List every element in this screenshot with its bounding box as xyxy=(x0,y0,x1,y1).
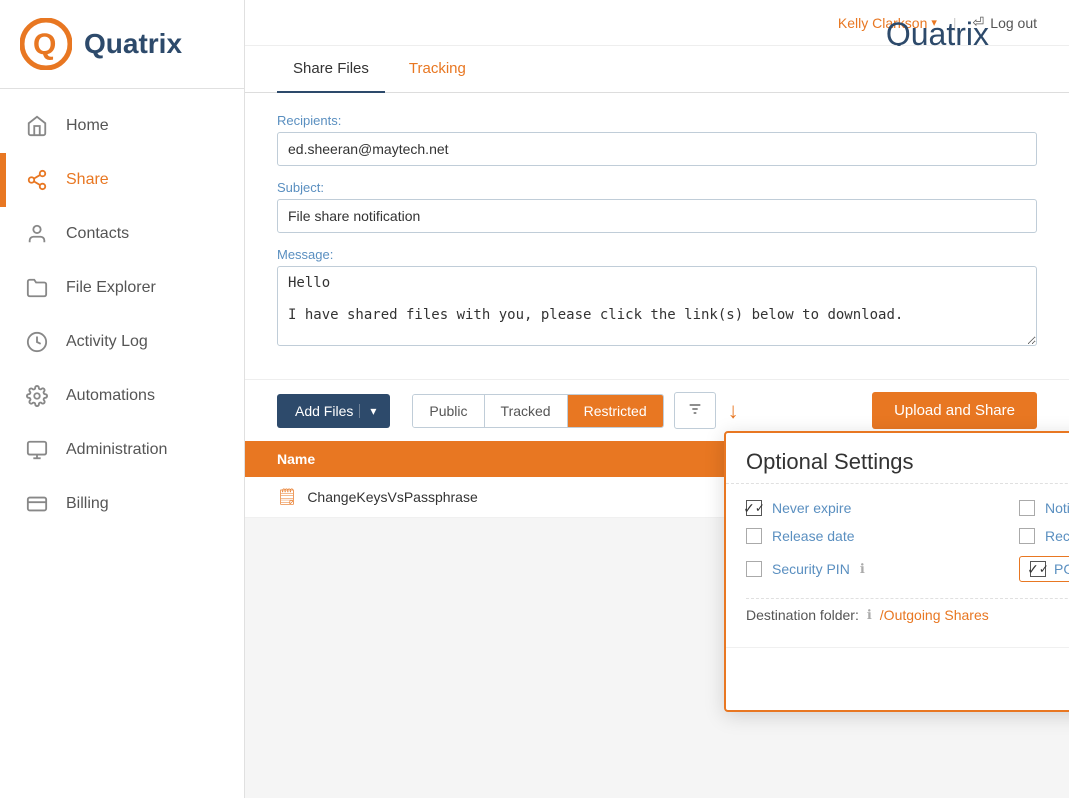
svg-text:Q: Q xyxy=(33,28,56,61)
add-files-dropdown-arrow: ▾ xyxy=(359,404,376,418)
security-pin-checkbox[interactable] xyxy=(746,561,762,577)
destination-path-link[interactable]: /Outgoing Shares xyxy=(880,607,989,623)
top-bar: Quatrix Kelly Clarkson ▾ | ⏎ Log out xyxy=(245,0,1069,46)
sidebar-label-billing: Billing xyxy=(66,495,109,513)
recipients-return-checkbox[interactable] xyxy=(1019,528,1035,544)
popup-body: ✓ Never expire Notify me on download Rel… xyxy=(726,484,1069,647)
subject-input[interactable] xyxy=(277,199,1037,233)
settings-grid: ✓ Never expire Notify me on download Rel… xyxy=(746,500,1069,582)
release-date-label: Release date xyxy=(772,528,855,544)
never-expire-label: Never expire xyxy=(772,500,851,516)
sidebar-label-contacts: Contacts xyxy=(66,225,129,243)
form-area: Recipients: Subject: Message: xyxy=(245,93,1069,379)
logo-icon: Q xyxy=(20,18,72,70)
logo-text: Quatrix xyxy=(84,28,182,60)
setting-notify-download[interactable]: Notify me on download xyxy=(1019,500,1069,516)
share-type-public[interactable]: Public xyxy=(413,395,484,427)
arrow-down-icon: ↓ xyxy=(728,398,739,424)
recipients-return-label: Recipient(s) can return files xyxy=(1045,528,1069,544)
sidebar-label-activity-log: Activity Log xyxy=(66,333,148,351)
sidebar-label-share: Share xyxy=(66,171,109,189)
share-type-restricted[interactable]: Restricted xyxy=(568,395,663,427)
sidebar-label-file-explorer: File Explorer xyxy=(66,279,156,297)
sidebar-label-home: Home xyxy=(66,117,109,135)
popup-title: Optional Settings xyxy=(746,449,914,475)
sidebar-label-automations: Automations xyxy=(66,387,155,405)
sidebar-item-activity-log[interactable]: Activity Log xyxy=(0,315,244,369)
popup-header: Optional Settings ✕ xyxy=(726,433,1069,484)
sidebar-item-automations[interactable]: Automations xyxy=(0,369,244,423)
message-textarea[interactable] xyxy=(277,266,1037,346)
contacts-icon xyxy=(24,221,50,247)
notify-download-checkbox[interactable] xyxy=(1019,500,1035,516)
share-icon xyxy=(24,167,50,193)
recipients-label: Recipients: xyxy=(277,113,1037,128)
billing-icon xyxy=(24,491,50,517)
sidebar-label-administration: Administration xyxy=(66,441,167,459)
tabs-container: Share Files Tracking xyxy=(245,46,1069,93)
never-expire-checkbox[interactable]: ✓ xyxy=(746,500,762,516)
gear-icon xyxy=(24,383,50,409)
file-icon: 🗒 xyxy=(277,487,297,507)
tab-tracking[interactable]: Tracking xyxy=(393,46,482,93)
content-wrapper: Share Files Tracking Recipients: Subject… xyxy=(245,46,1069,798)
filter-icon xyxy=(687,401,703,417)
optional-settings-popup: Optional Settings ✕ ✓ Never expire Noti xyxy=(724,431,1069,712)
release-date-checkbox[interactable] xyxy=(746,528,762,544)
sidebar-item-contacts[interactable]: Contacts xyxy=(0,207,244,261)
security-pin-info-icon: ℹ xyxy=(860,561,865,577)
clock-icon xyxy=(24,329,50,355)
sidebar-item-share[interactable]: Share xyxy=(0,153,244,207)
notify-download-label: Notify me on download xyxy=(1045,500,1069,516)
add-files-button[interactable]: Add Files ▾ xyxy=(277,394,390,428)
setting-pgp-encrypt[interactable]: ✓ PGP encrypt files ℹ xyxy=(1019,556,1069,582)
setting-security-pin[interactable]: Security PIN ℹ xyxy=(746,556,999,582)
sidebar-item-file-explorer[interactable]: File Explorer xyxy=(0,261,244,315)
message-row: Message: xyxy=(277,247,1037,349)
setting-never-expire[interactable]: ✓ Never expire xyxy=(746,500,999,516)
security-pin-label: Security PIN xyxy=(772,561,850,577)
message-label: Message: xyxy=(277,247,1037,262)
sidebar-nav: Home Share Contacts File E xyxy=(0,89,244,798)
popup-footer: Cancel Save xyxy=(726,647,1069,710)
destination-label: Destination folder: xyxy=(746,607,859,623)
setting-recipients-return[interactable]: Recipient(s) can return files ℹ xyxy=(1019,528,1069,544)
filter-settings-button[interactable] xyxy=(674,392,716,429)
destination-folder-row: Destination folder: ℹ /Outgoing Shares xyxy=(746,598,1069,631)
subject-row: Subject: xyxy=(277,180,1037,233)
subject-label: Subject: xyxy=(277,180,1037,195)
sidebar-item-home[interactable]: Home xyxy=(0,99,244,153)
logo-area: Q Quatrix xyxy=(0,0,244,89)
upload-share-button[interactable]: Upload and Share xyxy=(872,392,1037,429)
pgp-encrypt-label: PGP encrypt files xyxy=(1054,561,1069,577)
recipients-input[interactable] xyxy=(277,132,1037,166)
share-type-group: Public Tracked Restricted xyxy=(412,394,663,428)
sidebar: Q Quatrix Home Share xyxy=(0,0,245,798)
destination-info-icon: ℹ xyxy=(867,607,872,623)
sidebar-item-billing[interactable]: Billing xyxy=(0,477,244,531)
folder-icon xyxy=(24,275,50,301)
admin-icon xyxy=(24,437,50,463)
sidebar-item-administration[interactable]: Administration xyxy=(0,423,244,477)
main-content: Quatrix Kelly Clarkson ▾ | ⏎ Log out Sha… xyxy=(245,0,1069,798)
recipients-row: Recipients: xyxy=(277,113,1037,166)
share-type-tracked[interactable]: Tracked xyxy=(485,395,568,427)
pgp-encrypt-checkbox[interactable]: ✓ xyxy=(1030,561,1046,577)
tab-share-files[interactable]: Share Files xyxy=(277,46,385,93)
setting-release-date[interactable]: Release date xyxy=(746,528,999,544)
home-icon xyxy=(24,113,50,139)
